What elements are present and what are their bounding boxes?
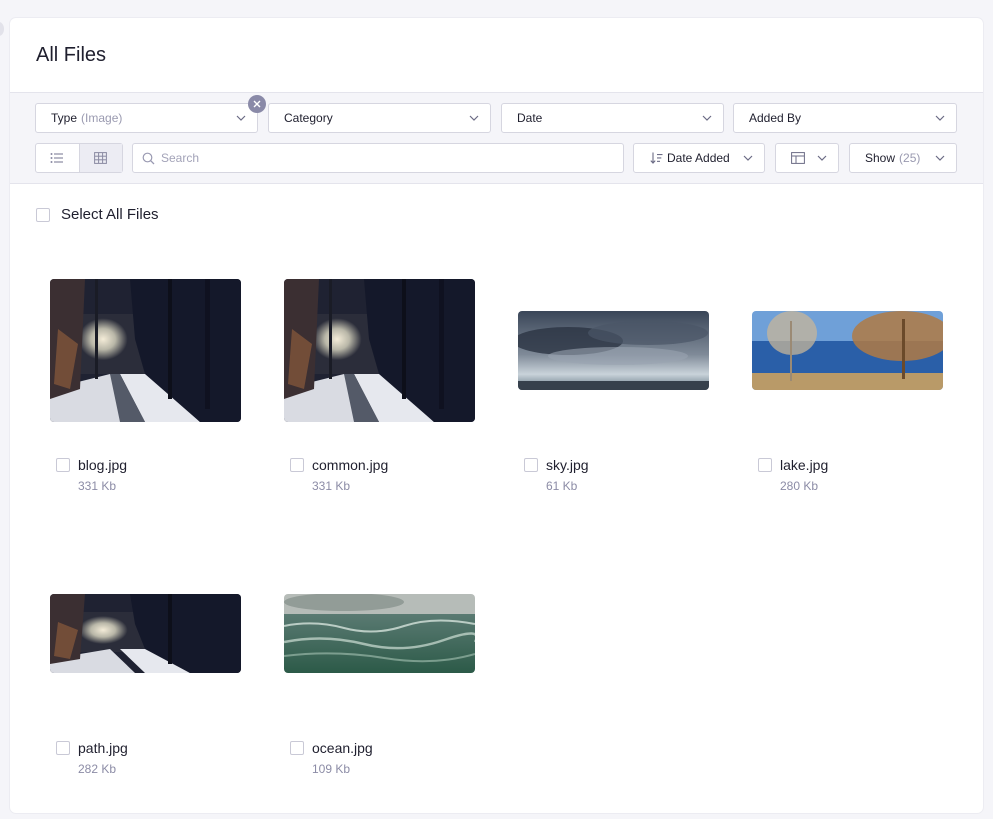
file-checkbox[interactable] bbox=[290, 741, 304, 755]
file-size: 280 Kb bbox=[780, 479, 819, 493]
file-thumbnail[interactable] bbox=[518, 311, 709, 390]
file-name[interactable]: common.jpg bbox=[312, 457, 388, 473]
search-box bbox=[132, 143, 624, 173]
chevron-down-icon bbox=[702, 115, 712, 121]
select-all-row: Select All Files bbox=[36, 206, 159, 223]
close-icon bbox=[253, 100, 261, 108]
file-name[interactable]: lake.jpg bbox=[780, 457, 828, 473]
type-filter-value: (Image) bbox=[81, 111, 123, 125]
file-size: 331 Kb bbox=[78, 479, 117, 493]
chevron-down-icon bbox=[236, 115, 246, 121]
file-checkbox[interactable] bbox=[56, 458, 70, 472]
show-label: Show bbox=[865, 151, 896, 165]
edge-handle bbox=[0, 22, 4, 36]
chevron-down-icon bbox=[469, 115, 479, 121]
card-header: All Files bbox=[10, 18, 983, 93]
chevron-down-icon bbox=[935, 155, 945, 161]
date-filter-label: Date bbox=[517, 111, 543, 125]
file-thumbnail[interactable] bbox=[284, 594, 475, 673]
file-size: 61 Kb bbox=[546, 479, 578, 493]
file-name[interactable]: sky.jpg bbox=[546, 457, 589, 473]
file-name[interactable]: blog.jpg bbox=[78, 457, 127, 473]
file-meta: blog.jpg 331 Kb bbox=[56, 457, 127, 493]
select-all-checkbox[interactable] bbox=[36, 207, 50, 222]
category-filter[interactable]: Category bbox=[268, 103, 491, 133]
file-thumbnail[interactable] bbox=[50, 594, 241, 673]
show-count-dropdown[interactable]: Show (25) bbox=[849, 143, 957, 173]
file-meta: sky.jpg 61 Kb bbox=[524, 457, 589, 493]
file-checkbox[interactable] bbox=[524, 458, 538, 472]
file-size: 282 Kb bbox=[78, 762, 117, 776]
file-size: 109 Kb bbox=[312, 762, 351, 776]
list-view-button[interactable] bbox=[36, 144, 79, 172]
select-all-label: Select All Files bbox=[61, 206, 159, 223]
file-name[interactable]: ocean.jpg bbox=[312, 740, 373, 756]
grid-view-button[interactable] bbox=[78, 144, 122, 172]
view-toggle bbox=[35, 143, 123, 173]
list-icon bbox=[50, 153, 64, 163]
file-size: 331 Kb bbox=[312, 479, 351, 493]
chevron-down-icon bbox=[935, 115, 945, 121]
added-by-filter-label: Added By bbox=[749, 111, 802, 125]
columns-dropdown[interactable] bbox=[775, 143, 839, 173]
chevron-down-icon bbox=[743, 155, 753, 161]
clear-type-filter-button[interactable] bbox=[248, 95, 266, 113]
file-thumbnail[interactable] bbox=[284, 279, 475, 422]
type-filter-label: Type bbox=[51, 111, 78, 125]
file-meta: lake.jpg 280 Kb bbox=[758, 457, 828, 493]
file-meta: common.jpg 331 Kb bbox=[290, 457, 388, 493]
sort-descending-icon bbox=[650, 152, 663, 164]
file-checkbox[interactable] bbox=[56, 741, 70, 755]
page-title: All Files bbox=[36, 44, 107, 66]
category-filter-label: Category bbox=[284, 111, 333, 125]
files-grid: Select All Files blog.jpg 331 Kb common.… bbox=[10, 184, 983, 812]
file-name[interactable]: path.jpg bbox=[78, 740, 128, 756]
search-input[interactable] bbox=[161, 151, 601, 165]
file-thumbnail[interactable] bbox=[752, 311, 943, 390]
sort-dropdown[interactable]: Date Added bbox=[633, 143, 765, 173]
filter-bar: Type (Image) Category Date Added By Sear… bbox=[10, 93, 983, 184]
file-meta: ocean.jpg 109 Kb bbox=[290, 740, 373, 776]
layout-icon bbox=[791, 152, 805, 164]
grid-icon bbox=[94, 152, 108, 164]
chevron-down-icon bbox=[817, 155, 827, 161]
type-filter[interactable]: Type (Image) bbox=[35, 103, 258, 133]
file-thumbnail[interactable] bbox=[50, 279, 241, 422]
file-meta: path.jpg 282 Kb bbox=[56, 740, 128, 776]
date-filter[interactable]: Date bbox=[501, 103, 724, 133]
sort-label: Date Added bbox=[667, 151, 730, 165]
search-icon bbox=[142, 152, 155, 164]
files-card: All Files Type (Image) Category Date Add… bbox=[10, 18, 983, 813]
added-by-filter[interactable]: Added By bbox=[733, 103, 957, 133]
file-checkbox[interactable] bbox=[290, 458, 304, 472]
show-value: (25) bbox=[899, 151, 921, 165]
file-checkbox[interactable] bbox=[758, 458, 772, 472]
